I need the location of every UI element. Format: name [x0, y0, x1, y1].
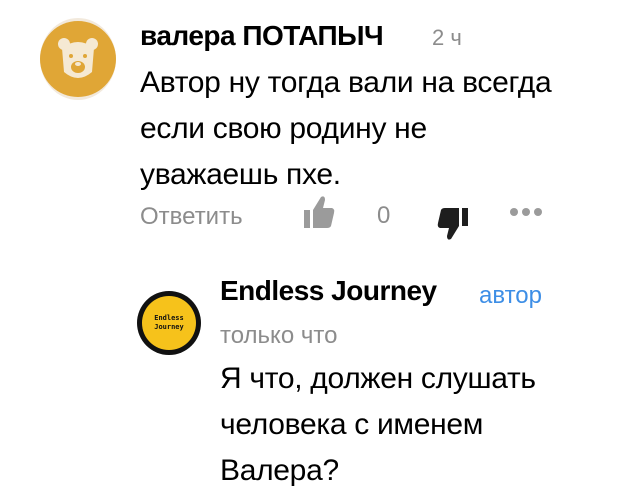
author-badge: автор [479, 282, 542, 309]
comment-text-line: уважаешь пхе. [140, 158, 341, 191]
comment-author[interactable]: валера ПОТАПЫЧ [140, 20, 384, 52]
reply-avatar-text: Endless [154, 314, 184, 322]
like-button[interactable] [302, 194, 336, 235]
reply-text: Я что, должен слушать человека с именем … [220, 356, 620, 494]
reply-text-line: Я что, должен слушать [220, 362, 536, 395]
dislike-button[interactable] [436, 206, 470, 247]
comment-text-line: Автор ну тогда вали на всегда [140, 66, 552, 99]
reply-text-line: Валера? [220, 454, 339, 487]
avatar[interactable] [40, 18, 116, 100]
reply-text-line: человека с именем [220, 408, 484, 441]
thumbs-down-icon [437, 208, 468, 240]
reply-button[interactable]: Ответить [140, 203, 243, 231]
reply-avatar-logo: Endless Journey [142, 296, 196, 350]
rating-count: 0 [377, 202, 391, 229]
reply-avatar-text: Journey [154, 323, 184, 331]
more-button[interactable] [508, 205, 544, 223]
comment-timestamp: 2 ч [432, 25, 462, 50]
more-dots-icon [510, 208, 542, 216]
comment-text-line: если свою родину не [140, 112, 427, 145]
comment-text: Автор ну тогда вали на всегда если свою … [140, 60, 610, 198]
bear-icon [40, 21, 116, 97]
reply-author[interactable]: Endless Journey [220, 275, 437, 307]
thumbs-up-icon [304, 196, 335, 228]
reply-avatar[interactable]: Endless Journey [137, 291, 201, 355]
reply-timestamp: только что [220, 322, 338, 349]
